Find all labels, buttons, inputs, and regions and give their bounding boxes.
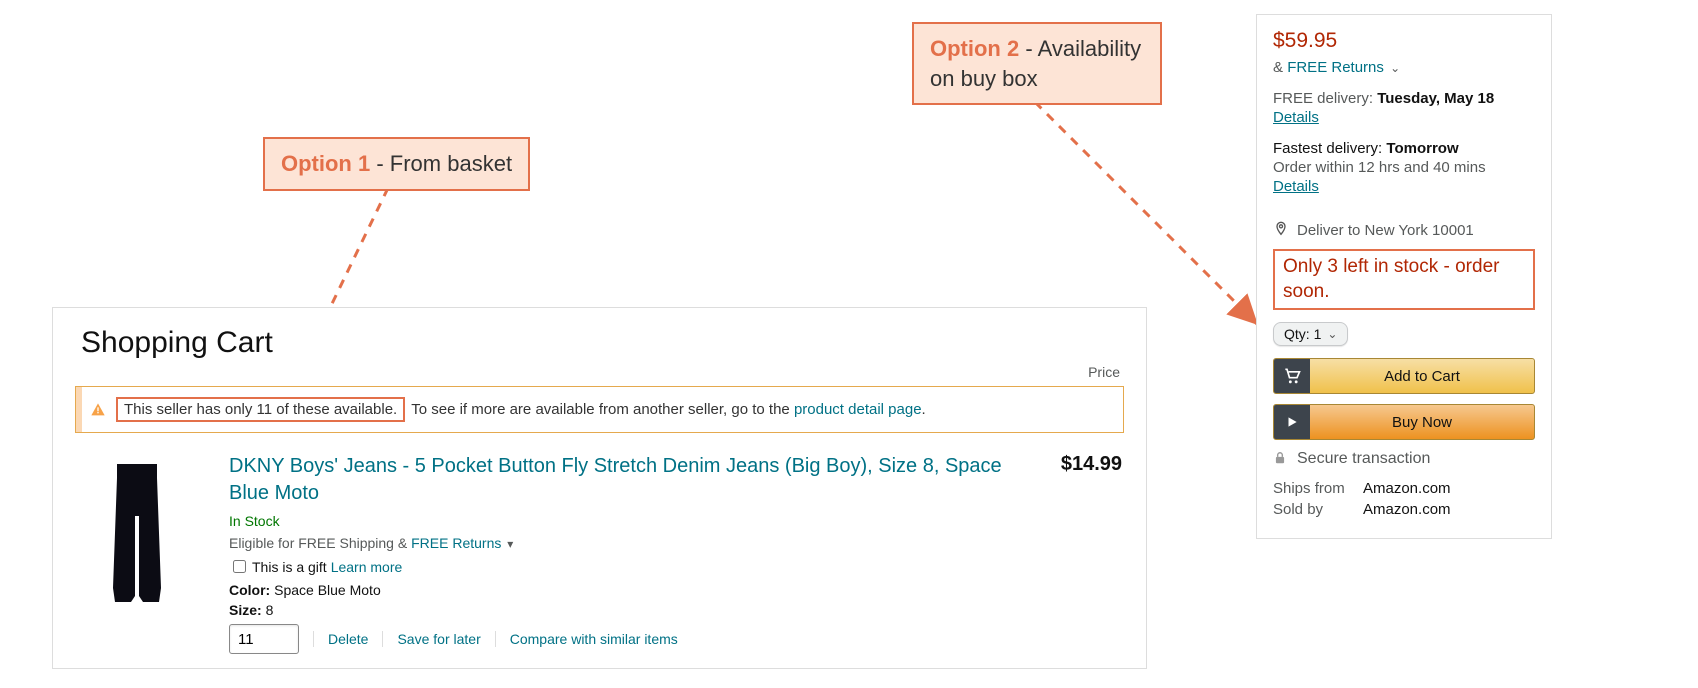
add-to-cart-label: Add to Cart <box>1310 368 1534 385</box>
buy-box: $59.95 & FREE Returns ⌄ FREE delivery: T… <box>1256 14 1552 539</box>
order-within-text: Order within 12 hrs and 40 mins <box>1273 159 1535 176</box>
buybox-price: $59.95 <box>1273 29 1535 53</box>
qty-label: Qty: <box>1284 326 1310 342</box>
product-detail-link[interactable]: product detail page <box>794 401 922 418</box>
item-title-link[interactable]: DKNY Boys' Jeans - 5 Pocket Button Fly S… <box>229 453 1004 507</box>
fastest-details-link[interactable]: Details <box>1273 178 1319 195</box>
annotation-option1: Option 1 - From basket <box>263 137 530 191</box>
annotation-option2-label: Option 2 <box>930 36 1019 61</box>
qty-input[interactable] <box>229 624 299 654</box>
item-details: DKNY Boys' Jeans - 5 Pocket Button Fly S… <box>229 453 1024 654</box>
buybox-free-returns-line: & FREE Returns ⌄ <box>1273 59 1535 76</box>
lock-icon <box>1273 451 1287 467</box>
alert-rest-prefix: To see if more are available from anothe… <box>411 401 794 418</box>
shopping-cart-panel: Shopping Cart Price This seller has only… <box>52 307 1147 669</box>
cart-icon <box>1274 359 1310 393</box>
size-label: Size: <box>229 602 262 618</box>
chevron-down-icon: ⌄ <box>1327 327 1337 341</box>
compare-link[interactable]: Compare with similar items <box>510 631 678 647</box>
alert-availability-text: This seller has only 11 of these availab… <box>116 397 405 422</box>
chevron-down-icon[interactable]: ⌄ <box>1390 61 1400 75</box>
free-delivery-value: Tuesday, May 18 <box>1377 90 1494 107</box>
deliver-to-line[interactable]: Deliver to New York 10001 <box>1273 221 1535 239</box>
buy-now-button[interactable]: Buy Now <box>1273 404 1535 440</box>
delete-link[interactable]: Delete <box>328 631 368 647</box>
shipping-line: Eligible for FREE Shipping & FREE Return… <box>229 535 1004 551</box>
free-returns-prefix: & <box>1273 59 1283 76</box>
warning-icon <box>90 402 106 418</box>
price-column-header: Price <box>71 364 1120 380</box>
stock-warning: Only 3 left in stock - order soon. <box>1273 249 1535 310</box>
eligible-text: Eligible for FREE Shipping <box>229 535 394 551</box>
delivery-details-link[interactable]: Details <box>1273 109 1319 126</box>
color-label: Color: <box>229 582 270 598</box>
fastest-value: Tomorrow <box>1386 140 1458 157</box>
sold-by-value: Amazon.com <box>1363 501 1451 518</box>
free-delivery-line: FREE delivery: Tuesday, May 18 <box>1273 90 1535 107</box>
ships-from-row: Ships from Amazon.com <box>1273 480 1535 497</box>
separator <box>495 631 496 647</box>
ampersand: & <box>398 535 407 551</box>
qty-value: 1 <box>1314 326 1322 342</box>
cart-item-row: DKNY Boys' Jeans - 5 Pocket Button Fly S… <box>71 443 1128 654</box>
color-value: Space Blue Moto <box>274 582 381 598</box>
deliver-to-text: Deliver to New York 10001 <box>1297 222 1474 239</box>
separator <box>382 631 383 647</box>
gift-label: This is a gift <box>252 559 327 575</box>
gift-checkbox[interactable] <box>233 560 246 573</box>
chevron-down-icon[interactable]: ▾ <box>507 537 513 551</box>
item-price: $14.99 <box>1024 453 1122 654</box>
qty-dropdown[interactable]: Qty: 1 ⌄ <box>1273 322 1348 346</box>
buy-now-label: Buy Now <box>1310 414 1534 431</box>
location-icon <box>1273 221 1289 239</box>
add-to-cart-button[interactable]: Add to Cart <box>1273 358 1535 394</box>
sold-by-label: Sold by <box>1273 501 1363 518</box>
buybox-free-returns-link[interactable]: FREE Returns <box>1287 59 1384 76</box>
secure-transaction[interactable]: Secure transaction <box>1273 450 1535 468</box>
free-returns-link[interactable]: FREE Returns <box>411 535 501 551</box>
availability-alert: This seller has only 11 of these availab… <box>75 386 1124 433</box>
annotation-option2: Option 2 - Availability on buy box <box>912 22 1162 105</box>
size-value: 8 <box>266 602 274 618</box>
alert-rest-suffix: . <box>922 401 926 418</box>
fastest-delivery-line: Fastest delivery: Tomorrow <box>1273 140 1535 157</box>
ships-from-label: Ships from <box>1273 480 1363 497</box>
cart-title: Shopping Cart <box>81 326 1128 360</box>
separator <box>313 631 314 647</box>
sold-by-row: Sold by Amazon.com <box>1273 501 1535 518</box>
secure-text: Secure transaction <box>1297 450 1430 468</box>
gift-learn-more-link[interactable]: Learn more <box>331 559 403 575</box>
qty-actions-row: Delete Save for later Compare with simil… <box>229 624 1004 654</box>
in-stock-label: In Stock <box>229 513 1004 529</box>
color-attr: Color: Space Blue Moto <box>229 582 1004 598</box>
item-thumbnail[interactable] <box>77 453 197 613</box>
annotation-option1-text: From basket <box>390 151 512 176</box>
free-delivery-label: FREE delivery: <box>1273 90 1373 107</box>
play-icon <box>1274 405 1310 439</box>
save-for-later-link[interactable]: Save for later <box>397 631 480 647</box>
gift-line: This is a gift Learn more <box>229 557 1004 576</box>
annotation-option1-label: Option 1 <box>281 151 370 176</box>
fastest-label: Fastest delivery: <box>1273 140 1382 157</box>
size-attr: Size: 8 <box>229 602 1004 618</box>
ships-from-value: Amazon.com <box>1363 480 1451 497</box>
